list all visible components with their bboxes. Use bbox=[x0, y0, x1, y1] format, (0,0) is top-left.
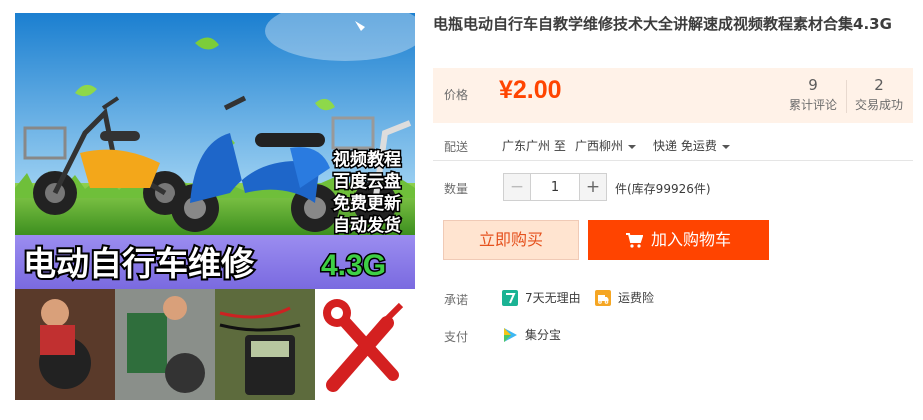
payment-row: 支付 集分宝 bbox=[433, 324, 913, 346]
price-box: 价格 ¥2.00 9 累计评论 2 交易成功 bbox=[433, 68, 913, 123]
promise-row: 承诺 7天无理由 运费险 bbox=[433, 288, 913, 310]
shipping-method: 快递 免运费 bbox=[653, 139, 717, 153]
overlay-line-2: 百度云盘 bbox=[333, 171, 401, 192]
overlay-line-1: 视频教程 bbox=[333, 149, 401, 170]
deals-label: 交易成功 bbox=[854, 98, 903, 112]
seven-day-return-icon bbox=[502, 289, 518, 306]
add-to-cart-label: 加入购物车 bbox=[650, 230, 731, 249]
reviews-count: 9 bbox=[808, 76, 818, 94]
buy-now-button[interactable]: 立即购买 bbox=[443, 220, 579, 260]
seven-day-return-label: 7天无理由 bbox=[525, 291, 581, 305]
seven-day-return-item[interactable]: 7天无理由 bbox=[502, 289, 581, 306]
price-value: ¥2.00 bbox=[499, 76, 562, 104]
decrease-quantity-button[interactable]: − bbox=[504, 174, 530, 200]
freight-insurance-icon bbox=[595, 289, 611, 306]
quantity-stepper: − + bbox=[503, 173, 607, 201]
payment-label: 支付 bbox=[444, 330, 469, 344]
stat-divider bbox=[846, 80, 847, 113]
jifenbao-icon bbox=[504, 327, 517, 342]
overlay-line-4: 自动发货 bbox=[333, 215, 401, 236]
shipping-row: 配送 广东广州 至 广西柳州 快递 免运费 bbox=[433, 128, 913, 161]
freight-insurance-item[interactable]: 运费险 bbox=[595, 289, 654, 306]
reviews-label: 累计评论 bbox=[788, 98, 837, 112]
deals-count: 2 bbox=[874, 76, 884, 94]
chevron-down-icon bbox=[721, 144, 730, 149]
cart-icon bbox=[625, 233, 644, 248]
shipping-label: 配送 bbox=[444, 140, 469, 154]
product-image[interactable]: 视频教程 百度云盘 免费更新 自动发货 电动自行车维修 4.3G bbox=[15, 13, 415, 400]
product-title: 电瓶电动自行车自教学维修技术大全讲解速成视频教程素材合集4.3G bbox=[433, 15, 892, 33]
banner-size: 4.3G bbox=[321, 249, 386, 282]
increase-quantity-button[interactable]: + bbox=[580, 174, 606, 200]
chevron-down-icon bbox=[628, 144, 637, 149]
stock-text: 件(库存99926件) bbox=[615, 182, 711, 196]
shipping-method-select[interactable]: 快递 免运费 bbox=[653, 137, 730, 154]
banner-title: 电动自行车维修 bbox=[23, 244, 255, 283]
freight-insurance-label: 运费险 bbox=[618, 291, 655, 305]
add-to-cart-button[interactable]: 加入购物车 bbox=[588, 220, 769, 260]
payment-method-label: 集分宝 bbox=[525, 328, 562, 342]
deals-stat: 2 交易成功 bbox=[849, 75, 909, 115]
overlay-line-3: 免费更新 bbox=[333, 193, 401, 214]
product-image-artwork: 视频教程 百度云盘 免费更新 自动发货 电动自行车维修 4.3G bbox=[15, 13, 415, 400]
quantity-row: 数量 − + 件(库存99926件) bbox=[433, 172, 913, 202]
shipping-destination-select[interactable]: 广西柳州 bbox=[575, 137, 637, 154]
product-page: 视频教程 百度云盘 免费更新 自动发货 电动自行车维修 4.3G 电瓶电动自行车… bbox=[0, 0, 923, 420]
quantity-label: 数量 bbox=[444, 182, 469, 196]
price-label: 价格 bbox=[444, 88, 469, 102]
shipping-destination: 广西柳州 bbox=[575, 139, 624, 153]
payment-method-item: 集分宝 bbox=[502, 326, 561, 343]
shipping-origin: 广东广州 至 bbox=[502, 139, 566, 153]
reviews-stat[interactable]: 9 累计评论 bbox=[783, 75, 843, 115]
product-info-panel: 电瓶电动自行车自教学维修技术大全讲解速成视频教程素材合集4.3G 价格 ¥2.0… bbox=[433, 0, 913, 420]
quantity-input[interactable] bbox=[530, 174, 580, 200]
promise-label: 承诺 bbox=[444, 293, 469, 307]
